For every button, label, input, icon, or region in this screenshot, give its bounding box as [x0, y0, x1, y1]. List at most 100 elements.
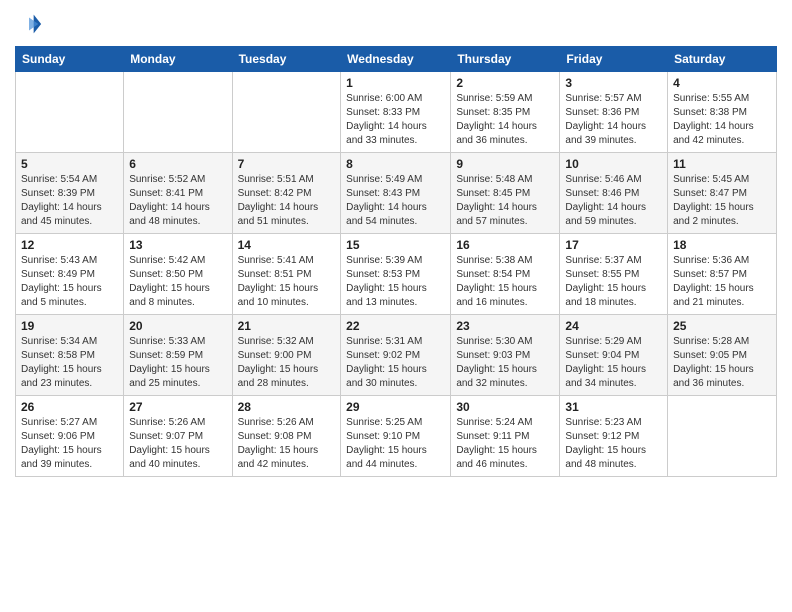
- day-info: Sunrise: 5:25 AMSunset: 9:10 PMDaylight:…: [346, 416, 445, 472]
- day-number: 13: [129, 238, 226, 252]
- calendar-cell: 9 Sunrise: 5:48 AMSunset: 8:45 PMDaylight…: [451, 153, 560, 234]
- day-info: Sunrise: 5:49 AMSunset: 8:43 PMDaylight:…: [346, 173, 445, 229]
- day-number: 22: [346, 319, 445, 333]
- day-info: Sunrise: 5:31 AMSunset: 9:02 PMDaylight:…: [346, 335, 445, 391]
- day-info: Sunrise: 5:59 AMSunset: 8:35 PMDaylight:…: [456, 92, 554, 148]
- day-number: 19: [21, 319, 118, 333]
- day-number: 14: [238, 238, 336, 252]
- weekday-header-friday: Friday: [560, 47, 668, 72]
- day-info: Sunrise: 5:28 AMSunset: 9:05 PMDaylight:…: [673, 335, 771, 391]
- day-info: Sunrise: 5:38 AMSunset: 8:54 PMDaylight:…: [456, 254, 554, 310]
- day-number: 24: [565, 319, 662, 333]
- day-number: 12: [21, 238, 118, 252]
- weekday-header-monday: Monday: [124, 47, 232, 72]
- calendar-cell: 6 Sunrise: 5:52 AMSunset: 8:41 PMDaylight…: [124, 153, 232, 234]
- day-number: 18: [673, 238, 771, 252]
- calendar-cell: [232, 72, 341, 153]
- calendar-cell: 11 Sunrise: 5:45 AMSunset: 8:47 PMDayligh…: [668, 153, 777, 234]
- calendar-cell: 22 Sunrise: 5:31 AMSunset: 9:02 PMDayligh…: [341, 315, 451, 396]
- day-number: 17: [565, 238, 662, 252]
- day-info: Sunrise: 5:36 AMSunset: 8:57 PMDaylight:…: [673, 254, 771, 310]
- day-info: Sunrise: 5:26 AMSunset: 9:08 PMDaylight:…: [238, 416, 336, 472]
- calendar-week-3: 12Sunrise: 5:43 AMSunset: 8:49 PMDayligh…: [16, 234, 777, 315]
- weekday-header-sunday: Sunday: [16, 47, 124, 72]
- page-header: [15, 10, 777, 38]
- day-number: 25: [673, 319, 771, 333]
- calendar-cell: 4Sunrise: 5:55 AMSunset: 8:38 PMDaylight…: [668, 72, 777, 153]
- logo: [15, 10, 47, 38]
- day-number: 5: [21, 157, 118, 171]
- calendar-table: SundayMondayTuesdayWednesdayThursdayFrid…: [15, 46, 777, 477]
- calendar-cell: 14 Sunrise: 5:41 AMSunset: 8:51 PMDayligh…: [232, 234, 341, 315]
- day-number: 26: [21, 400, 118, 414]
- calendar-cell: 13 Sunrise: 5:42 AMSunset: 8:50 PMDayligh…: [124, 234, 232, 315]
- calendar-cell: 20 Sunrise: 5:33 AMSunset: 8:59 PMDayligh…: [124, 315, 232, 396]
- logo-icon: [15, 10, 43, 38]
- day-info: Sunrise: 5:39 AMSunset: 8:53 PMDaylight:…: [346, 254, 445, 310]
- day-number: 2: [456, 76, 554, 90]
- calendar-cell: 16 Sunrise: 5:38 AMSunset: 8:54 PMDayligh…: [451, 234, 560, 315]
- calendar-header-row: SundayMondayTuesdayWednesdayThursdayFrid…: [16, 47, 777, 72]
- day-number: 15: [346, 238, 445, 252]
- day-info: Sunrise: 5:24 AMSunset: 9:11 PMDaylight:…: [456, 416, 554, 472]
- day-number: 6: [129, 157, 226, 171]
- day-info: Sunrise: 5:32 AMSunset: 9:00 PMDaylight:…: [238, 335, 336, 391]
- day-info: Sunrise: 5:29 AMSunset: 9:04 PMDaylight:…: [565, 335, 662, 391]
- weekday-header-wednesday: Wednesday: [341, 47, 451, 72]
- calendar-cell: [668, 396, 777, 477]
- calendar-cell: 7Sunrise: 5:51 AMSunset: 8:42 PMDaylight…: [232, 153, 341, 234]
- calendar-cell: 26Sunrise: 5:27 AMSunset: 9:06 PMDayligh…: [16, 396, 124, 477]
- calendar-cell: 3 Sunrise: 5:57 AMSunset: 8:36 PMDaylight…: [560, 72, 668, 153]
- calendar-cell: 8 Sunrise: 5:49 AMSunset: 8:43 PMDaylight…: [341, 153, 451, 234]
- day-number: 1: [346, 76, 445, 90]
- day-info: Sunrise: 5:42 AMSunset: 8:50 PMDaylight:…: [129, 254, 226, 310]
- calendar-cell: 1 Sunrise: 6:00 AMSunset: 8:33 PMDaylight…: [341, 72, 451, 153]
- calendar-cell: 30 Sunrise: 5:24 AMSunset: 9:11 PMDayligh…: [451, 396, 560, 477]
- weekday-header-thursday: Thursday: [451, 47, 560, 72]
- calendar-cell: 23Sunrise: 5:30 AMSunset: 9:03 PMDayligh…: [451, 315, 560, 396]
- day-number: 3: [565, 76, 662, 90]
- calendar-cell: 5 Sunrise: 5:54 AMSunset: 8:39 PMDaylight…: [16, 153, 124, 234]
- calendar-cell: 27 Sunrise: 5:26 AMSunset: 9:07 PMDayligh…: [124, 396, 232, 477]
- calendar-cell: [16, 72, 124, 153]
- day-info: Sunrise: 5:41 AMSunset: 8:51 PMDaylight:…: [238, 254, 336, 310]
- day-info: Sunrise: 5:48 AMSunset: 8:45 PMDaylight:…: [456, 173, 554, 229]
- day-number: 8: [346, 157, 445, 171]
- day-number: 31: [565, 400, 662, 414]
- calendar-cell: [124, 72, 232, 153]
- day-info: Sunrise: 5:52 AMSunset: 8:41 PMDaylight:…: [129, 173, 226, 229]
- calendar-week-4: 19Sunrise: 5:34 AMSunset: 8:58 PMDayligh…: [16, 315, 777, 396]
- calendar-cell: 24 Sunrise: 5:29 AMSunset: 9:04 PMDayligh…: [560, 315, 668, 396]
- day-number: 27: [129, 400, 226, 414]
- calendar-week-5: 26Sunrise: 5:27 AMSunset: 9:06 PMDayligh…: [16, 396, 777, 477]
- calendar-cell: 28 Sunrise: 5:26 AMSunset: 9:08 PMDayligh…: [232, 396, 341, 477]
- weekday-header-saturday: Saturday: [668, 47, 777, 72]
- day-info: Sunrise: 5:45 AMSunset: 8:47 PMDaylight:…: [673, 173, 771, 229]
- day-number: 20: [129, 319, 226, 333]
- day-info: Sunrise: 5:23 AMSunset: 9:12 PMDaylight:…: [565, 416, 662, 472]
- calendar-cell: 2 Sunrise: 5:59 AMSunset: 8:35 PMDaylight…: [451, 72, 560, 153]
- day-number: 16: [456, 238, 554, 252]
- day-info: Sunrise: 6:00 AMSunset: 8:33 PMDaylight:…: [346, 92, 445, 148]
- calendar-cell: 15 Sunrise: 5:39 AMSunset: 8:53 PMDayligh…: [341, 234, 451, 315]
- calendar-cell: 10Sunrise: 5:46 AMSunset: 8:46 PMDayligh…: [560, 153, 668, 234]
- day-info: Sunrise: 5:30 AMSunset: 9:03 PMDaylight:…: [456, 335, 554, 391]
- day-info: Sunrise: 5:57 AMSunset: 8:36 PMDaylight:…: [565, 92, 662, 148]
- day-number: 28: [238, 400, 336, 414]
- day-info: Sunrise: 5:33 AMSunset: 8:59 PMDaylight:…: [129, 335, 226, 391]
- calendar-cell: 31 Sunrise: 5:23 AMSunset: 9:12 PMDayligh…: [560, 396, 668, 477]
- day-number: 11: [673, 157, 771, 171]
- day-number: 10: [565, 157, 662, 171]
- day-info: Sunrise: 5:26 AMSunset: 9:07 PMDaylight:…: [129, 416, 226, 472]
- calendar-cell: 17Sunrise: 5:37 AMSunset: 8:55 PMDayligh…: [560, 234, 668, 315]
- day-info: Sunrise: 5:51 AMSunset: 8:42 PMDaylight:…: [238, 173, 336, 229]
- calendar-cell: 18 Sunrise: 5:36 AMSunset: 8:57 PMDayligh…: [668, 234, 777, 315]
- day-info: Sunrise: 5:55 AMSunset: 8:38 PMDaylight:…: [673, 92, 771, 148]
- day-number: 9: [456, 157, 554, 171]
- calendar-cell: 19Sunrise: 5:34 AMSunset: 8:58 PMDayligh…: [16, 315, 124, 396]
- weekday-header-tuesday: Tuesday: [232, 47, 341, 72]
- day-info: Sunrise: 5:54 AMSunset: 8:39 PMDaylight:…: [21, 173, 118, 229]
- calendar-cell: 21Sunrise: 5:32 AMSunset: 9:00 PMDayligh…: [232, 315, 341, 396]
- day-number: 30: [456, 400, 554, 414]
- page-container: SundayMondayTuesdayWednesdayThursdayFrid…: [0, 0, 792, 487]
